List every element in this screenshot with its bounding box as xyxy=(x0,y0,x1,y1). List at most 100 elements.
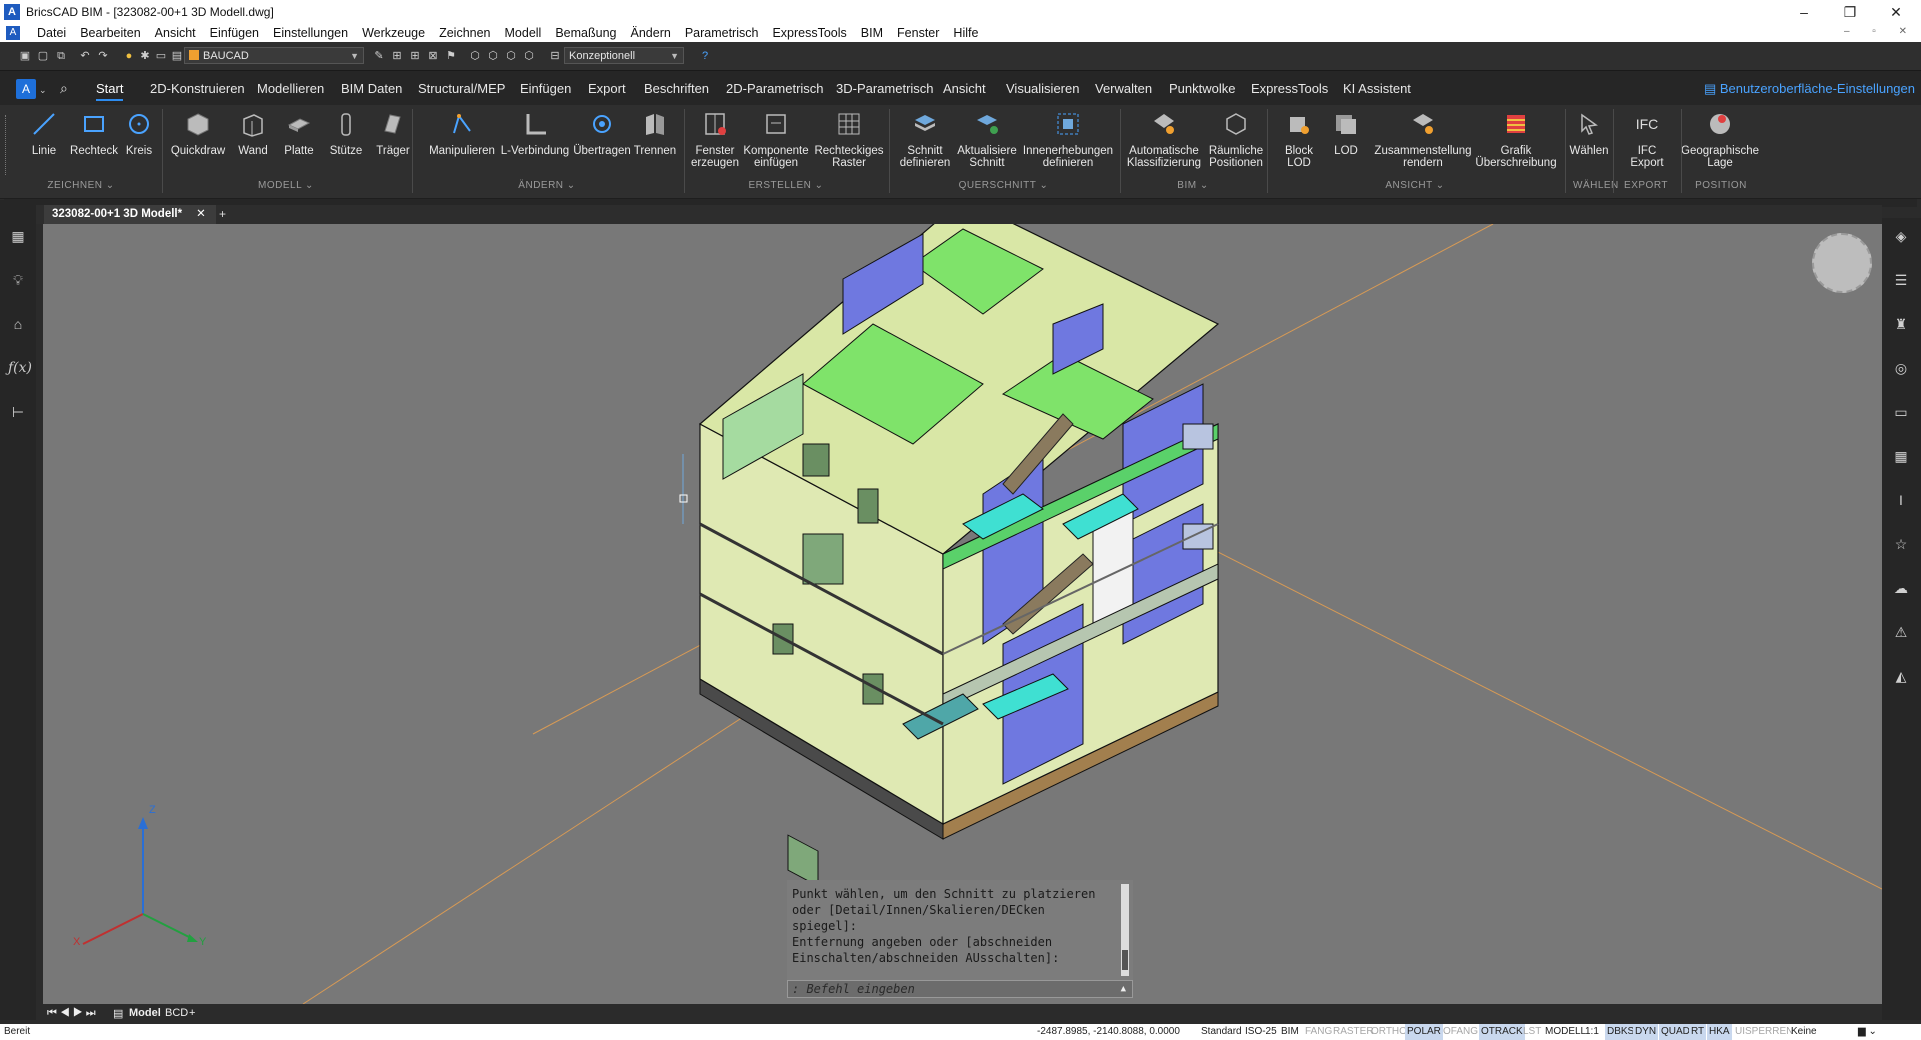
minimize-button[interactable]: – xyxy=(1781,0,1827,24)
ribbon-group-label[interactable]: MODELL ⌄ xyxy=(170,180,402,191)
menu-item[interactable]: Ändern xyxy=(624,26,678,40)
ribbon-group-label[interactable]: ZEICHNEN ⌄ xyxy=(10,180,152,191)
document-window-controls[interactable]: – ▫ ✕ xyxy=(1844,26,1917,37)
render-settings-icon[interactable]: ◎ xyxy=(1891,358,1911,378)
menu-item[interactable]: Bearbeiten xyxy=(73,26,147,40)
ribbon-tab[interactable]: Punktwolke xyxy=(1169,81,1235,96)
status-toggle[interactable]: FANG xyxy=(1303,1024,1334,1040)
ribbon-tab[interactable]: Modellieren xyxy=(257,81,324,96)
layout-manager-icon[interactable]: ▦ xyxy=(1891,446,1911,466)
snap-tool-icon[interactable]: ✎ xyxy=(372,49,386,63)
menu-item[interactable]: Ansicht xyxy=(148,26,203,40)
status-toggle[interactable]: BIM xyxy=(1279,1024,1301,1040)
home-icon[interactable]: ⌂ xyxy=(8,314,28,334)
status-toggle[interactable]: ISO-25 xyxy=(1243,1024,1279,1040)
ribbon-tab[interactable]: Beschriften xyxy=(644,81,709,96)
status-toggle[interactable]: RT xyxy=(1689,1024,1707,1040)
ribbon-group-label[interactable]: ÄNDERN ⌄ xyxy=(420,180,674,191)
formula-fx-icon[interactable]: ƒ(x) xyxy=(8,358,32,378)
ribbon-tab[interactable]: KI Assistent xyxy=(1343,81,1411,96)
ribbon-tab[interactable]: Verwalten xyxy=(1095,81,1152,96)
scroll-thumb[interactable] xyxy=(1122,950,1128,970)
menu-item[interactable]: Modell xyxy=(498,26,549,40)
ribbon-tab[interactable]: BIM Daten xyxy=(341,81,402,96)
ribbon-group-label[interactable]: WÄHLEN xyxy=(1573,180,1618,191)
app-button-chevron-icon[interactable]: ⌄ xyxy=(39,85,47,96)
ribbon-group-label[interactable]: POSITION xyxy=(1689,180,1753,191)
command-scrollbar[interactable] xyxy=(1121,884,1129,976)
undo-icon[interactable]: ↶ xyxy=(78,49,92,63)
drawing-explorer-icon[interactable]: ◭ xyxy=(1891,666,1911,686)
ribbon-tab[interactable]: Einfügen xyxy=(520,81,571,96)
highlight-tool-icon[interactable]: ⚑ xyxy=(444,49,458,63)
layer-lock-icon[interactable]: ▭ xyxy=(154,49,168,63)
new-file-icon[interactable]: ▢ xyxy=(36,49,50,63)
menu-item[interactable]: Werkzeuge xyxy=(355,26,432,40)
menu-item[interactable]: Bemaßung xyxy=(548,26,623,40)
status-toggle[interactable]: MODELL xyxy=(1543,1024,1588,1040)
layer-dropdown[interactable]: BAUCAD ▼ xyxy=(184,47,364,64)
ribbon-group-label[interactable]: ANSICHT ⌄ xyxy=(1275,180,1555,191)
layer-freeze-icon[interactable]: ✱ xyxy=(138,49,152,63)
open-file-icon[interactable]: ⧉ xyxy=(54,49,68,63)
menu-item[interactable]: Hilfe xyxy=(946,26,985,40)
filter-tool-icon[interactable]: ⊠ xyxy=(426,49,440,63)
status-toggle[interactable]: OFANG xyxy=(1441,1024,1480,1040)
ribbon-tab[interactable]: 3D-Parametrisch xyxy=(836,81,934,96)
ribbon-tab[interactable]: 2D-Konstruieren xyxy=(150,81,245,96)
menu-item[interactable]: Zeichnen xyxy=(432,26,497,40)
status-toggle[interactable]: LST xyxy=(1521,1024,1543,1040)
profiles-icon[interactable]: I xyxy=(1891,490,1911,510)
view-cube-top-icon[interactable]: ⬡ xyxy=(468,49,482,63)
menu-item[interactable]: Fenster xyxy=(890,26,946,40)
ribbon-group-label[interactable]: ERSTELLEN ⌄ xyxy=(692,180,880,191)
layout-list-icon[interactable]: ▤ xyxy=(113,1007,123,1020)
close-tab-icon[interactable]: ✕ xyxy=(196,208,206,220)
structure-tree-icon[interactable]: ⊢ xyxy=(8,402,28,422)
app-menu-icon[interactable]: A xyxy=(6,26,20,40)
status-toggle[interactable]: Standard xyxy=(1199,1024,1244,1040)
status-toggle[interactable]: 1:1 xyxy=(1583,1024,1601,1040)
status-toggle[interactable]: DYN xyxy=(1633,1024,1659,1040)
help-icon[interactable]: ? xyxy=(698,49,712,63)
ribbon-group-label[interactable]: EXPORT xyxy=(1621,180,1671,191)
visual-style-icon[interactable]: ⊟ xyxy=(548,49,562,63)
ribbon-group-label[interactable]: QUERSCHNITT ⌄ xyxy=(897,180,1110,191)
ribbon-tab[interactable]: Structural/MEP xyxy=(418,81,505,96)
chevron-up-icon[interactable]: ▲ xyxy=(1121,981,1126,997)
pins-icon[interactable]: ☆ xyxy=(1891,534,1911,554)
status-toggle[interactable]: Keine xyxy=(1789,1024,1819,1040)
select-similar-icon[interactable]: ⊞ xyxy=(408,49,422,63)
properties-panel-icon[interactable]: ▦ xyxy=(8,226,28,246)
menu-item[interactable]: Datei xyxy=(30,26,73,40)
restore-button[interactable]: ❐ xyxy=(1827,0,1873,24)
materials-icon[interactable]: ♜ xyxy=(1891,314,1911,334)
app-button-icon[interactable]: A xyxy=(16,79,36,99)
ribbon-button[interactable]: Geographische Lage xyxy=(1670,109,1770,169)
ribbon-group-label[interactable]: BIM ⌄ xyxy=(1128,180,1258,191)
warning-icon[interactable]: ⚠ xyxy=(1891,622,1911,642)
ribbon-button[interactable]: Zusammenstellung rendern xyxy=(1373,109,1473,169)
layers-panel-icon[interactable]: ◈ xyxy=(1891,226,1911,246)
status-menu-icon[interactable]: ▆ ⌄ xyxy=(1858,1024,1877,1040)
ribbon-tab[interactable]: Ansicht xyxy=(943,81,986,96)
visual-style-dropdown[interactable]: Konzeptionell ▼ xyxy=(564,47,684,64)
search-icon[interactable]: ⌕ xyxy=(60,80,68,97)
add-layout-button[interactable]: + xyxy=(189,1007,195,1019)
ribbon-tab[interactable]: Export xyxy=(588,81,626,96)
menu-item[interactable]: Einfügen xyxy=(203,26,266,40)
status-toggle[interactable]: QUAD xyxy=(1659,1024,1692,1040)
ribbon-tab[interactable]: 2D-Parametrisch xyxy=(726,81,824,96)
status-toggle[interactable]: OTRACK xyxy=(1479,1024,1525,1040)
status-toggle[interactable]: ORTHO xyxy=(1369,1024,1409,1040)
layer-on-icon[interactable]: ● xyxy=(122,49,136,63)
menu-item[interactable]: ExpressTools xyxy=(765,26,853,40)
tips-lightbulb-icon[interactable]: 💡︎ xyxy=(8,270,28,290)
cloud-upload-icon[interactable]: ☁ xyxy=(1891,578,1911,598)
document-tab[interactable]: 323082-00+1 3D Modell* ✕ xyxy=(44,205,216,224)
ribbon-tab[interactable]: Start xyxy=(96,81,124,101)
ribbon-button[interactable]: Innenerhebungen definieren xyxy=(1018,109,1118,169)
ribbon-tab[interactable]: ExpressTools xyxy=(1251,81,1328,96)
tab-layout-bcd[interactable]: BCD xyxy=(165,1007,188,1019)
status-toggle[interactable]: HKA xyxy=(1707,1024,1732,1040)
